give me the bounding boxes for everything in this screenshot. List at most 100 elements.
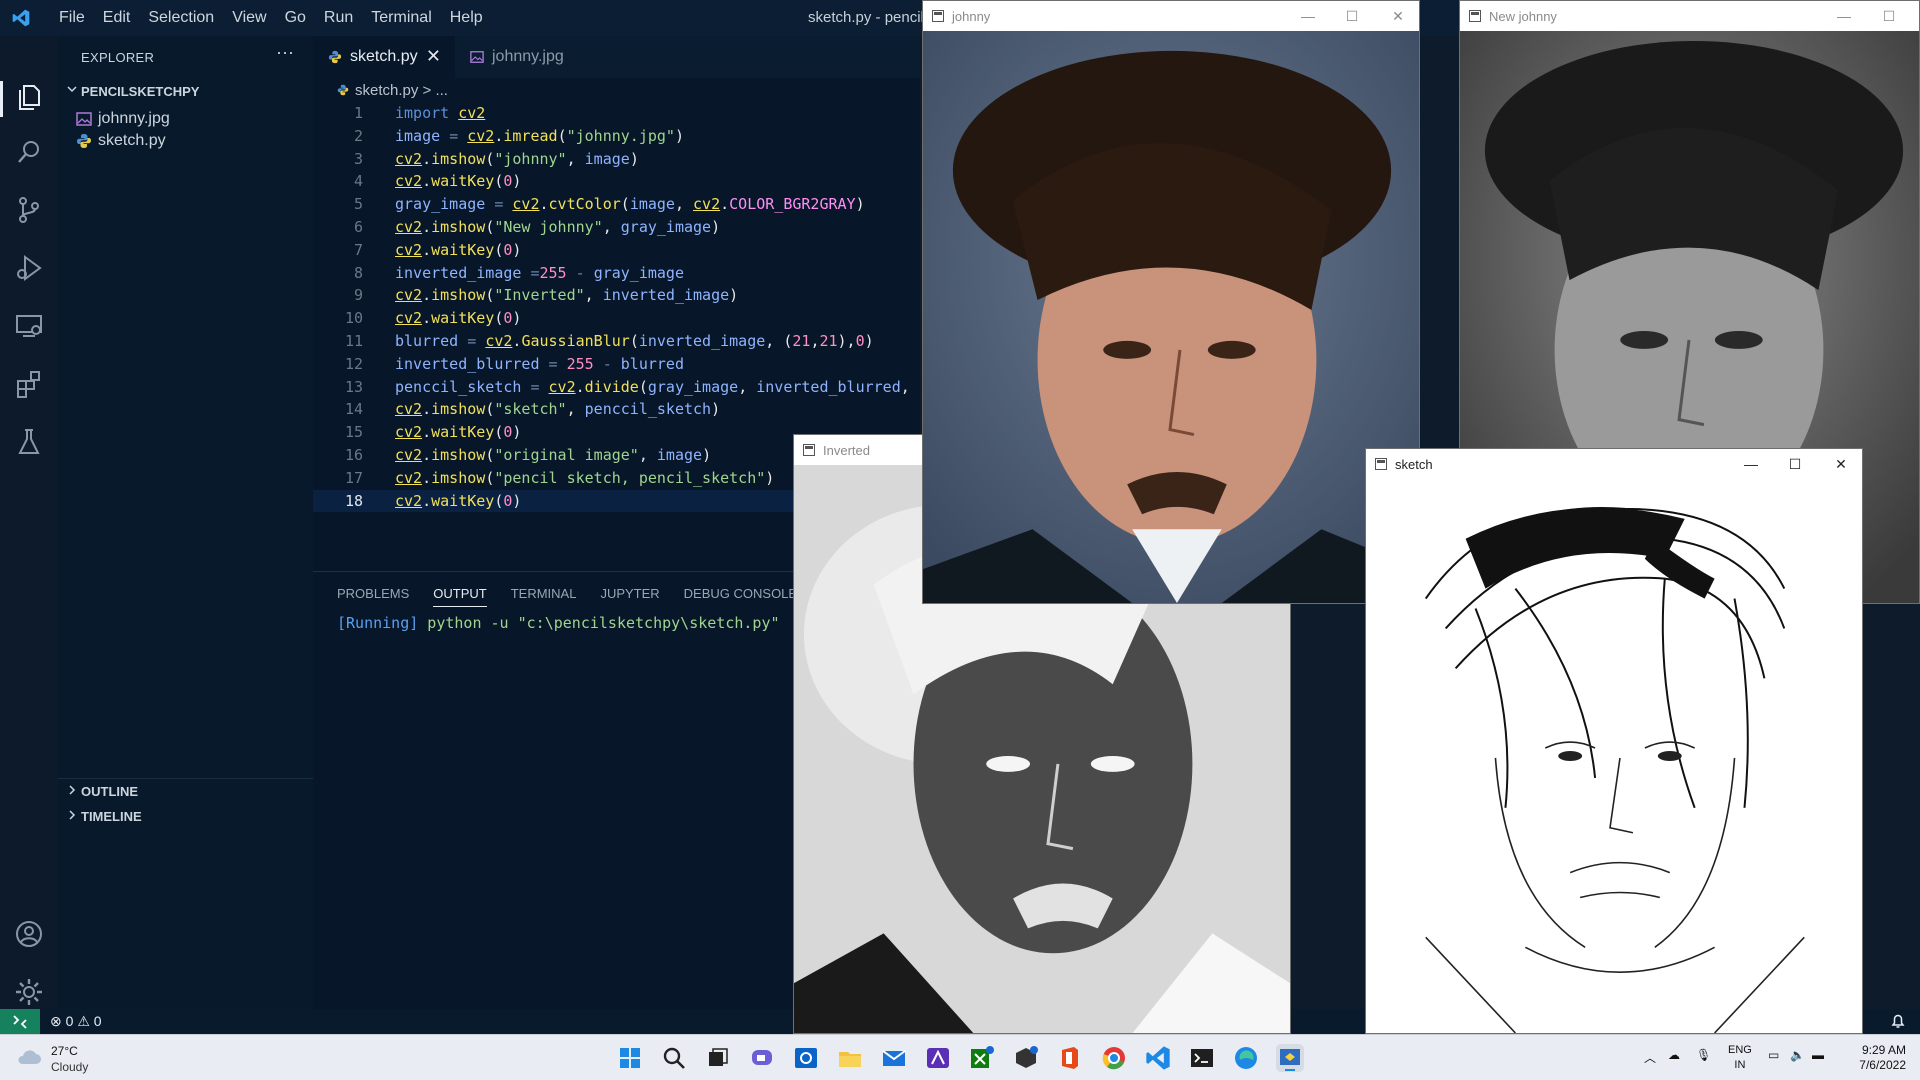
extensions-icon[interactable] — [13, 368, 45, 400]
vscode-icon[interactable] — [1144, 1044, 1172, 1072]
search-icon[interactable] — [660, 1044, 688, 1072]
code-text: inverted_blurred = 255 - blurred — [395, 354, 684, 373]
breadcrumb[interactable]: sketch.py > ... — [337, 82, 448, 99]
terminal-icon[interactable] — [1188, 1044, 1216, 1072]
weather-condition: Cloudy — [51, 1060, 89, 1074]
line-number: 14 — [344, 400, 363, 419]
timeline-section[interactable]: TIMELINE — [58, 804, 313, 828]
testing-icon[interactable] — [13, 426, 45, 458]
run-debug-icon[interactable] — [13, 252, 45, 284]
minimize-button[interactable]: — — [1835, 7, 1853, 25]
image-file-icon — [76, 112, 92, 126]
panel-tabs: PROBLEMS OUTPUT TERMINAL JUPYTER DEBUG C… — [337, 586, 821, 607]
warning-icon: ⚠ — [77, 1013, 90, 1029]
window-title: sketch — [1395, 457, 1433, 472]
file-name: sketch.py — [98, 132, 166, 149]
maximize-button[interactable]: ☐ — [1786, 455, 1804, 473]
code-line: 4 cv2.waitKey(0) — [313, 170, 920, 193]
chat-icon[interactable] — [748, 1044, 776, 1072]
outlook-icon[interactable] — [792, 1044, 820, 1072]
code-text: cv2.waitKey(0) — [395, 172, 522, 191]
menu-terminal[interactable]: Terminal — [362, 0, 440, 36]
minimize-button[interactable]: — — [1299, 7, 1317, 25]
mail-icon[interactable] — [880, 1044, 908, 1072]
code-text: import cv2 — [395, 104, 486, 122]
tab-johnny-jpg[interactable]: johnny.jpg — [455, 36, 607, 78]
files-icon[interactable] — [13, 81, 45, 113]
code-text: cv2.imshow("pencil sketch, pencil_sketch… — [395, 468, 775, 487]
xbox-icon[interactable] — [968, 1044, 996, 1072]
outline-section[interactable]: OUTLINE — [58, 778, 313, 802]
maximize-button[interactable]: ☐ — [1343, 7, 1361, 25]
chevron-right-icon — [69, 810, 76, 820]
tab-problems[interactable]: PROBLEMS — [337, 586, 409, 607]
clock[interactable]: 9:29 AM 7/6/2022 — [1846, 1043, 1906, 1073]
code-text: inverted_image =255 - gray_image — [395, 263, 684, 282]
tab-output[interactable]: OUTPUT — [433, 586, 487, 607]
settings-gear-icon[interactable] — [13, 976, 45, 1008]
search-icon[interactable] — [13, 136, 45, 168]
menu-view[interactable]: View — [223, 0, 275, 36]
minimize-button[interactable]: — — [1742, 455, 1760, 473]
task-view-icon[interactable] — [704, 1044, 732, 1072]
code-text: image = cv2.imread("johnny.jpg") — [395, 126, 684, 145]
remote-indicator-button[interactable] — [0, 1009, 40, 1034]
sketch-photo — [1366, 479, 1862, 1033]
language-indicator[interactable]: ENG IN — [1728, 1043, 1752, 1073]
chevron-down-icon — [67, 86, 77, 93]
account-icon[interactable] — [13, 918, 45, 950]
menu-file[interactable]: File — [50, 0, 94, 36]
line-number: 4 — [353, 172, 363, 191]
battery-icon[interactable]: ▬ — [1812, 1048, 1824, 1062]
python-file-icon — [328, 50, 342, 64]
code-line: 14 cv2.imshow("sketch", penccil_sketch) — [313, 398, 920, 421]
outline-label: OUTLINE — [81, 784, 139, 799]
start-icon[interactable] — [616, 1044, 644, 1072]
file-sketch-py[interactable]: sketch.py — [58, 128, 313, 154]
project-folder[interactable]: PENCILSKETCHPY — [58, 80, 313, 104]
window-app-icon — [932, 10, 944, 22]
explorer-more-button[interactable]: ··· — [276, 42, 294, 63]
office-icon[interactable] — [1056, 1044, 1084, 1072]
chevron-up-icon[interactable]: ︿ — [1644, 1049, 1656, 1066]
microphone-icon[interactable]: 🎙 — [1696, 1048, 1711, 1062]
notification-bell-icon[interactable] — [1890, 1012, 1906, 1030]
source-control-icon[interactable] — [13, 194, 45, 226]
window-titlebar: johnny — ☐ ✕ — [923, 1, 1419, 31]
remote-explorer-icon[interactable] — [13, 310, 45, 342]
file-explorer-icon[interactable] — [836, 1044, 864, 1072]
breadcrumb-file: sketch.py — [355, 82, 419, 99]
edge-icon[interactable] — [1232, 1044, 1260, 1072]
window-titlebar: sketch — ☐ ✕ — [1366, 449, 1862, 479]
output-command: python -u "c:\pencilsketchpy\sketch.py" — [418, 614, 780, 632]
line-number: 15 — [344, 423, 363, 442]
network-icon[interactable]: ▭ — [1768, 1048, 1779, 1062]
powerapps-icon[interactable] — [924, 1044, 952, 1072]
close-button[interactable]: ✕ — [1389, 7, 1407, 25]
tab-jupyter[interactable]: JUPYTER — [600, 586, 659, 607]
volume-icon[interactable]: 🔈 — [1790, 1048, 1805, 1062]
window-title: sketch.py - pencil — [808, 9, 924, 26]
menu-edit[interactable]: Edit — [94, 0, 140, 36]
problems-indicator[interactable]: ⊗ 0 ⚠ 0 — [50, 1013, 102, 1030]
app-cube-icon[interactable] — [1012, 1044, 1040, 1072]
tab-terminal[interactable]: TERMINAL — [511, 586, 577, 607]
menu-run[interactable]: Run — [315, 0, 362, 36]
taskbar: 27°C Cloudy ︿ ☁ 🎙 ENG IN ▭ 🔈 ▬ 9:29 AM 7… — [0, 1034, 1920, 1080]
close-button[interactable]: ✕ — [1832, 455, 1850, 473]
python-file-icon — [337, 84, 349, 96]
menu-help[interactable]: Help — [441, 0, 492, 36]
maximize-button[interactable]: ☐ — [1880, 7, 1898, 25]
menu-go[interactable]: Go — [276, 0, 315, 36]
weather-temp: 27°C — [51, 1044, 78, 1058]
close-icon[interactable]: ✕ — [426, 46, 441, 67]
chrome-icon[interactable] — [1100, 1044, 1128, 1072]
menu-selection[interactable]: Selection — [139, 0, 223, 36]
tab-sketch-py[interactable]: sketch.py ✕ — [313, 36, 455, 78]
python-app-icon[interactable] — [1276, 1044, 1304, 1072]
onedrive-icon[interactable]: ☁ — [1668, 1048, 1680, 1062]
weather-widget[interactable]: 27°C Cloudy — [16, 1042, 136, 1076]
window-title: Inverted — [823, 443, 870, 458]
code-text: cv2.waitKey(0) — [395, 423, 522, 442]
tab-debug-console[interactable]: DEBUG CONSOLE — [684, 586, 797, 607]
